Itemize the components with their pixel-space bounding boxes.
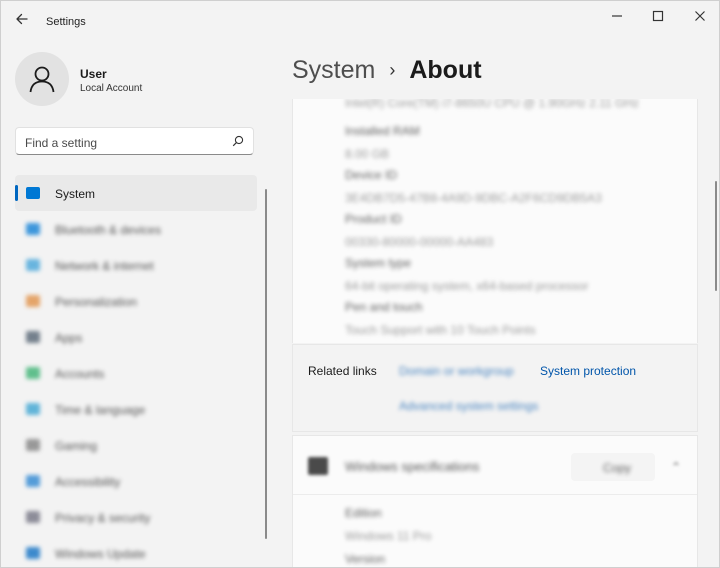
advanced-system-settings-link[interactable]: Advanced system settings (399, 399, 538, 413)
copy-button-label: Copy (603, 461, 632, 475)
spec-row: Product ID 00330-80000-00000-AA483 (345, 212, 493, 249)
account-type: Local Account (80, 83, 143, 94)
sidebar-item-label: Accounts (55, 367, 105, 381)
chevron-up-icon[interactable]: ⌃ (671, 460, 681, 474)
windows-specifications-title: Windows specifications (345, 459, 480, 474)
spec-label: Product ID (345, 212, 402, 226)
sidebar-item-accessibility[interactable]: Accessibility (15, 463, 257, 499)
back-arrow-icon[interactable] (14, 11, 30, 27)
spec-value: Touch Support with 10 Touch Points (345, 323, 536, 337)
windows-icon (308, 457, 328, 475)
search-input[interactable]: Find a setting (25, 136, 97, 150)
related-links-section: Related links Domain or workgroup System… (292, 344, 698, 432)
spec-label: Installed RAM (345, 124, 420, 138)
windows-specifications-header[interactable]: Windows specifications Copy ⌃ (293, 436, 697, 495)
gaming-icon (26, 439, 40, 451)
spec-value: 64-bit operating system, x64-based proce… (345, 279, 589, 293)
domain-workgroup-link[interactable]: Domain or workgroup (399, 364, 514, 378)
sidebar-item-windows-update[interactable]: Windows Update (15, 535, 257, 567)
spec-value: 00330-80000-00000-AA483 (345, 235, 494, 249)
sidebar-item-label: System (55, 187, 96, 201)
shield-icon (26, 511, 40, 523)
spec-row: Pen and touch Touch Support with 10 Touch… (345, 300, 536, 337)
windows-specifications-card: Windows specifications Copy ⌃ Edition Wi… (292, 435, 698, 567)
minimize-button[interactable] (605, 7, 629, 25)
sidebar-item-bluetooth-devices[interactable]: Bluetooth & devices (15, 211, 257, 247)
title-bar: Settings (1, 1, 719, 37)
apps-icon (26, 331, 40, 343)
accessibility-icon (26, 475, 40, 487)
user-name: User (80, 67, 107, 81)
spec-label: System type (345, 256, 412, 270)
sidebar-item-gaming[interactable]: Gaming (15, 427, 257, 463)
update-icon (26, 547, 40, 559)
close-button[interactable] (688, 7, 712, 25)
copy-button[interactable]: Copy (571, 453, 655, 481)
version-row: Version (345, 552, 385, 566)
accounts-icon (26, 367, 40, 379)
related-links-title: Related links (308, 364, 377, 378)
page-title: About (409, 55, 482, 84)
search-box[interactable]: Find a setting (15, 127, 254, 155)
sidebar-item-label: Windows Update (55, 547, 146, 561)
sidebar-item-label: Bluetooth & devices (55, 223, 162, 237)
edition-value: Windows 11 Pro (345, 529, 432, 543)
maximize-button[interactable] (646, 7, 670, 25)
sidebar-item-label: Network & internet (55, 259, 154, 273)
spec-row: System type 64-bit operating system, x64-… (345, 256, 588, 293)
device-specifications-card: Intel(R) Core(TM) i7-8650U CPU @ 1.90GHz… (292, 99, 698, 343)
sidebar-item-time-language[interactable]: Time & language (15, 391, 257, 427)
breadcrumb-separator: › (389, 59, 396, 80)
sidebar-item-system[interactable]: System (15, 175, 257, 211)
sidebar-nav: System Bluetooth & devices Network & inter… (15, 175, 257, 567)
sidebar-item-label: Apps (55, 331, 83, 345)
sidebar-item-label: Personalization (55, 295, 138, 309)
content-scrollbar[interactable] (715, 181, 717, 291)
sidebar-item-network-internet[interactable]: Network & internet (15, 247, 257, 283)
spec-label: Pen and touch (345, 300, 423, 314)
sidebar-item-label: Time & language (55, 403, 146, 417)
spec-value: Intel(R) Core(TM) i7-8650U CPU @ 1.90GHz… (345, 99, 640, 110)
sidebar-item-apps[interactable]: Apps (15, 319, 257, 355)
user-icon (29, 66, 55, 93)
settings-window: Settings User Local Account Find a setti… (0, 0, 720, 568)
avatar[interactable] (15, 52, 69, 106)
search-icon[interactable] (232, 135, 244, 147)
sidebar-item-privacy-security[interactable]: Privacy & security (15, 499, 257, 535)
system-icon (26, 187, 40, 199)
spec-row: Device ID 3E4DB7D5-47B8-4A9D-9DBC-A2F6CD9… (345, 168, 602, 205)
breadcrumb-parent[interactable]: System (292, 56, 375, 85)
minimize-icon (612, 15, 622, 17)
sidebar-item-accounts[interactable]: Accounts (15, 355, 257, 391)
version-label: Version (345, 552, 386, 566)
network-icon (26, 259, 40, 271)
sidebar-scrollbar[interactable] (265, 189, 267, 539)
active-indicator (15, 185, 18, 201)
edition-row: Edition Windows 11 Pro (345, 506, 431, 543)
close-icon (695, 11, 705, 21)
bluetooth-icon (26, 223, 40, 235)
sidebar-item-label: Privacy & security (55, 511, 151, 525)
brush-icon (26, 295, 40, 307)
sidebar-item-label: Accessibility (55, 475, 121, 489)
edition-label: Edition (345, 506, 382, 520)
globe-icon (26, 403, 40, 415)
sidebar-item-label: Gaming (55, 439, 98, 453)
spec-label: Device ID (345, 168, 398, 182)
spec-row: Installed RAM 8.00 GB (345, 124, 420, 161)
spec-value: 3E4DB7D5-47B8-4A9D-9DBC-A2F6CD9DB5A3 (345, 191, 602, 205)
app-title: Settings (46, 16, 86, 28)
sidebar-item-personalization[interactable]: Personalization (15, 283, 257, 319)
maximize-icon (652, 10, 664, 22)
spec-value: 8.00 GB (345, 147, 390, 161)
system-protection-link[interactable]: System protection (540, 364, 636, 378)
spec-row: Intel(R) Core(TM) i7-8650U CPU @ 1.90GHz… (345, 99, 639, 110)
breadcrumb: System › About (292, 53, 482, 87)
content-pane: Intel(R) Core(TM) i7-8650U CPU @ 1.90GHz… (292, 99, 699, 567)
